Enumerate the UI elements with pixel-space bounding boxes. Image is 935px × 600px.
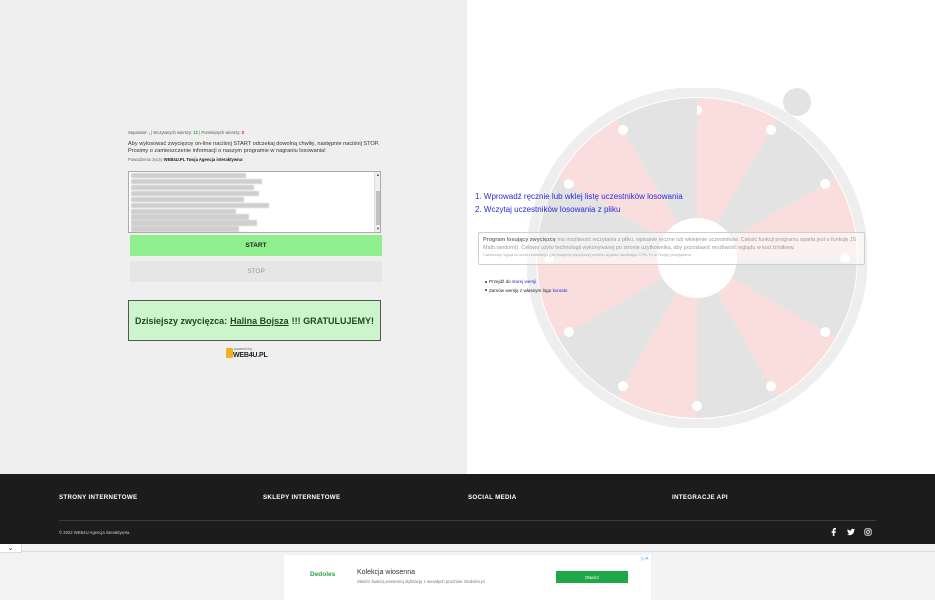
extra-links: Przejdź do starej wersji Zamów wersję z … (485, 278, 567, 295)
participant-row (131, 226, 239, 232)
ad-choices-icon[interactable]: ▷✕ (641, 556, 649, 562)
twitter-icon[interactable] (847, 528, 855, 536)
site-footer: STRONY INTERNETOWE SKLEPY INTERNETOWE SO… (0, 474, 935, 544)
skipped-label: | Pominiętych wierszy: (198, 130, 242, 135)
participant-row (131, 220, 257, 226)
participant-row (131, 214, 249, 220)
stop-button[interactable]: STOP (130, 261, 382, 282)
old-version-link[interactable]: starej wersji (512, 279, 536, 284)
wish-brand: WEB4U.PL Twoja Agencja interaktywna (163, 157, 242, 162)
web4u-logo-icon (226, 348, 233, 358)
contact-link[interactable]: kontakt (553, 288, 568, 293)
input-steps: 1. Wprowadź ręcznie lub wklej listę ucze… (475, 191, 683, 216)
list-scrollbar[interactable]: ▲ ▼ (374, 172, 380, 232)
ad-bar: ⌄ ▷✕ Dedoles Kolekcja wiosenna Stwórz św… (0, 544, 935, 600)
scroll-thumb[interactable] (375, 191, 380, 225)
wheel-peg (820, 327, 831, 337)
participant-row (131, 196, 244, 202)
powered-by-logo[interactable]: powered by WEB4U.PL (226, 347, 282, 361)
order-item: Zamów wersję z własnym logo kontakt (485, 287, 567, 296)
bullet-icon (485, 289, 487, 292)
ad-logo[interactable]: Dedoles (310, 571, 335, 578)
footer-social-heading[interactable]: SOCIAL MEDIA (468, 494, 517, 501)
wheel-peg (618, 124, 628, 135)
loaded-label: | Wczytanych wierszy: (149, 130, 194, 135)
scroll-down-icon[interactable]: ▼ (375, 226, 380, 232)
ad-open-button[interactable]: Otwórz (556, 571, 628, 583)
footer-api-heading[interactable]: INTEGRACJE API (672, 494, 728, 501)
powered-by-label: powered by (234, 347, 253, 351)
participant-row (131, 208, 237, 214)
powered-by-brand: WEB4U.PL (233, 352, 268, 359)
wish-suffix: ! (241, 157, 244, 162)
participant-row (131, 202, 270, 208)
good-luck-note: Powodzenia życzy WEB4U.PL Twoja Agencja … (128, 157, 243, 162)
wheel-peg (618, 381, 628, 392)
wish-prefix: Powodzenia życzy (128, 157, 164, 162)
winner-name: Halina Bojsza (230, 315, 289, 326)
bullet-icon (485, 280, 487, 283)
old-version-prefix: Przejdź do (489, 279, 512, 284)
wheel-peg (820, 179, 831, 189)
wheel-peg (766, 124, 776, 135)
winner-suffix: !!! GRATULUJEMY! (291, 315, 374, 326)
participant-row (131, 172, 247, 178)
participant-list (129, 172, 380, 233)
program-info-bold: Program losujący zwycięzcę (483, 237, 556, 243)
winner-prefix: Dzisiejszy zwycięzca: (135, 315, 228, 326)
participant-row (131, 184, 254, 190)
winner-banner: Dzisiejszy zwycięzca: Halina Bojsza !!! … (128, 300, 381, 341)
draw-panel: Separator: , | Wczytanych wierszy: 12 | … (0, 0, 467, 474)
wheel-peg (692, 401, 702, 411)
separator-label: Separator: (128, 130, 149, 135)
start-button[interactable]: START (130, 235, 382, 256)
footer-shops-heading[interactable]: SKLEPY INTERNETOWE (263, 494, 340, 501)
step-load-file[interactable]: 2. Wczytaj uczestników losowania z pliku (475, 204, 683, 217)
wheel-peg (766, 381, 776, 392)
advertisement[interactable]: ▷✕ Dedoles Kolekcja wiosenna Stwórz świe… (284, 555, 651, 600)
program-info-text: Program losujący zwycięzcę ma możliwość … (483, 236, 860, 252)
chevron-down-icon[interactable]: ⌄ (0, 544, 22, 553)
facebook-icon[interactable] (830, 528, 838, 536)
ad-bar-border (22, 551, 935, 552)
instructions-text: Aby wylosować zwycięzcę on-line naciśnij… (128, 141, 380, 154)
source-code-note: Całościowy wgląd do kodu źródłowego (jak… (483, 253, 693, 257)
ad-description: Stwórz świeżą wiosenną stylizację z weso… (357, 579, 485, 584)
parse-stats: Separator: , | Wczytanych wierszy: 12 | … (128, 130, 244, 135)
copyright-text: © 2022 WEB4U Agencja interaktywna. (59, 530, 131, 535)
participants-textarea[interactable]: ▲ ▼ (128, 171, 381, 233)
wheel-peg (563, 179, 574, 189)
participant-row (131, 178, 262, 184)
old-version-item: Przejdź do starej wersji (485, 278, 567, 287)
order-prefix: Zamów wersję z własnym logo (489, 287, 553, 293)
participant-row (131, 232, 251, 233)
instagram-icon[interactable] (864, 528, 872, 536)
program-info-box: Program losujący zwycięzcę ma możliwość … (478, 232, 865, 265)
scroll-up-icon[interactable]: ▲ (375, 172, 380, 178)
footer-divider (59, 520, 876, 521)
skipped-count: 0 (241, 130, 245, 135)
wheel-pointer (783, 88, 811, 116)
wheel-peg (563, 327, 574, 337)
ad-title[interactable]: Kolekcja wiosenna (357, 569, 415, 576)
footer-websites-heading[interactable]: STRONY INTERNETOWE (59, 494, 137, 501)
participant-row (131, 190, 259, 196)
page: Separator: , | Wczytanych wierszy: 12 | … (0, 0, 935, 600)
step-manual-input[interactable]: 1. Wprowadź ręcznie lub wklej listę ucze… (475, 191, 683, 204)
